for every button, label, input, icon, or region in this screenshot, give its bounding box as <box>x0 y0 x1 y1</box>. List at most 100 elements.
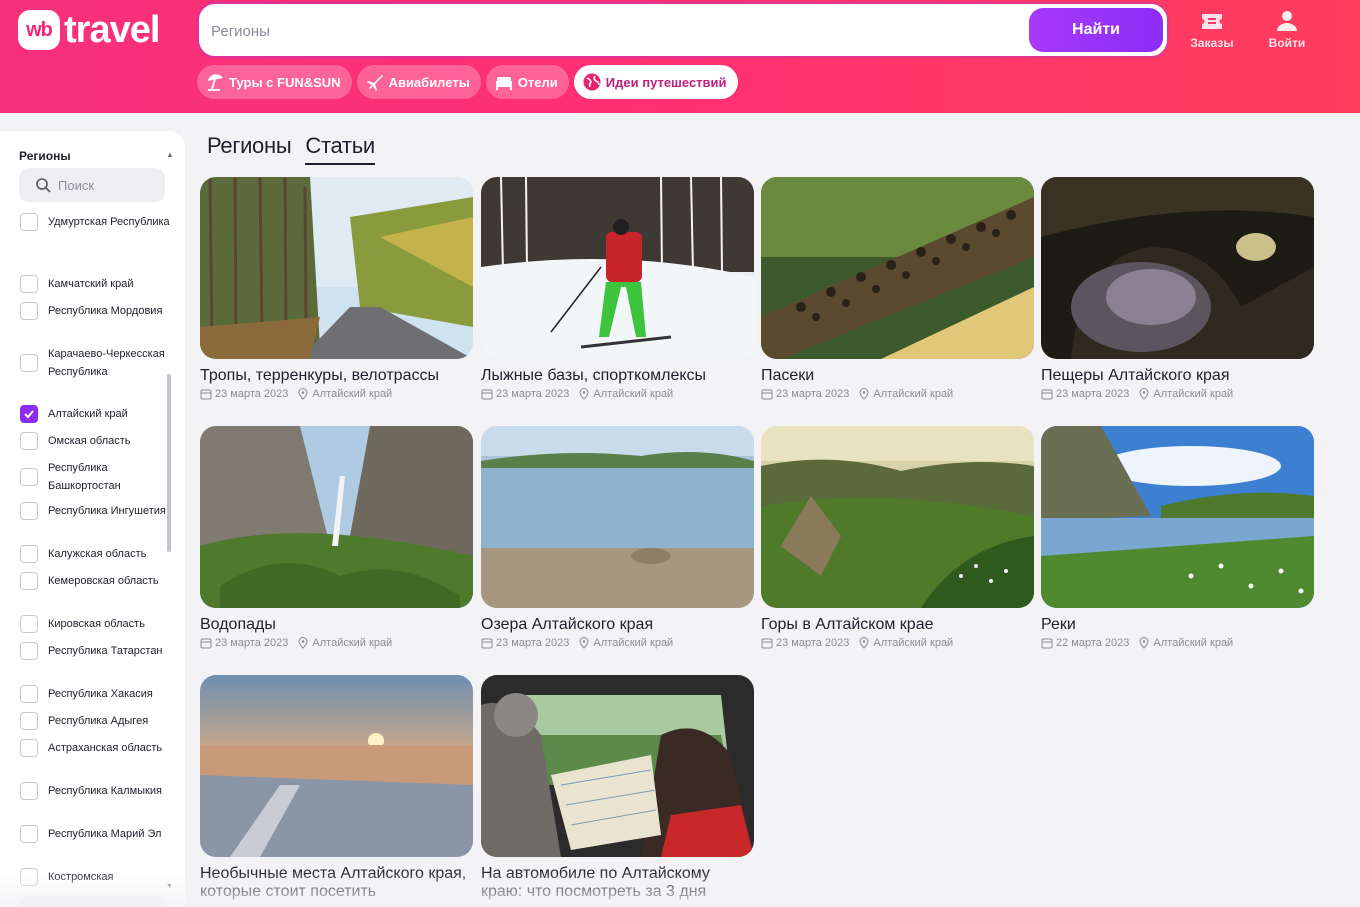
login-button[interactable]: Войти <box>1257 10 1317 50</box>
calendar-icon <box>481 638 493 649</box>
region-item[interactable]: Кемеровская область <box>20 572 170 590</box>
location-pin-icon <box>1139 388 1149 400</box>
region-search-input[interactable] <box>58 176 158 194</box>
tab-articles[interactable]: Статьи <box>305 133 375 165</box>
region-item-selected[interactable]: Алтайский край <box>20 405 170 423</box>
region-item[interactable]: Карачаево-Черкесская Республика <box>20 345 170 381</box>
chevron-up-icon[interactable]: ▲ <box>166 150 174 159</box>
article-image[interactable] <box>1041 177 1314 359</box>
location-pin-icon <box>1139 637 1149 649</box>
checkbox[interactable] <box>20 615 38 633</box>
article-card[interactable]: Необычные места Алтайского края, которые… <box>200 675 473 901</box>
chip-tours[interactable]: Туры с FUN&SUN <box>197 65 352 99</box>
article-date: 23 марта 2023 <box>496 637 570 649</box>
article-image[interactable] <box>761 177 1034 359</box>
chip-travel-ideas[interactable]: Идеи путешествий <box>573 65 738 99</box>
article-title[interactable]: Тропы, терренкуры, велотрассы <box>200 367 473 385</box>
article-title[interactable]: Пещеры Алтайского края <box>1041 367 1314 385</box>
tab-regions[interactable]: Регионы <box>207 133 292 165</box>
region-item[interactable]: Республика Мордовия <box>20 302 170 320</box>
checkbox[interactable] <box>20 685 38 703</box>
checkbox[interactable] <box>20 572 38 590</box>
article-title[interactable]: Реки <box>1041 616 1314 634</box>
article-card[interactable]: Тропы, терренкуры, велотрассы 23 марта 2… <box>200 177 473 400</box>
checkbox[interactable] <box>20 868 38 886</box>
region-item[interactable]: Астраханская область <box>20 739 170 757</box>
article-title[interactable]: Пасеки <box>761 367 1034 385</box>
article-image[interactable] <box>200 675 473 857</box>
region-label: Республика Ингушетия <box>48 505 166 517</box>
region-label: Карачаево-Черкесская Республика <box>48 348 165 378</box>
checkbox[interactable] <box>20 275 38 293</box>
checkbox-checked[interactable] <box>20 405 38 423</box>
checkbox[interactable] <box>20 432 38 450</box>
article-title[interactable]: Горы в Алтайском крае <box>761 616 1034 634</box>
chevron-down-icon[interactable]: ▼ <box>166 883 173 890</box>
article-card[interactable]: Горы в Алтайском крае 23 марта 2023 Алта… <box>761 426 1034 649</box>
header: wb travel Найти Заказы Войти Туры с FUN&… <box>0 0 1360 113</box>
region-item[interactable]: Республика Хакасия <box>20 685 170 703</box>
article-title[interactable]: Водопады <box>200 616 473 634</box>
region-item[interactable]: Республика Марий Эл <box>20 825 170 843</box>
region-item[interactable]: Республика Башкортостан <box>20 459 170 495</box>
article-card[interactable]: Озера Алтайского края 23 марта 2023 Алта… <box>481 426 754 649</box>
orders-button[interactable]: Заказы <box>1182 10 1242 50</box>
region-item[interactable]: Удмуртская Республика <box>20 213 170 231</box>
checkbox[interactable] <box>20 502 38 520</box>
search-button[interactable]: Найти <box>1029 8 1163 52</box>
calendar-icon <box>1041 389 1053 400</box>
checkbox[interactable] <box>20 545 38 563</box>
article-image[interactable] <box>481 177 754 359</box>
article-title[interactable]: Озера Алтайского края <box>481 616 754 634</box>
checkbox[interactable] <box>20 712 38 730</box>
region-item[interactable]: Костромская <box>20 868 170 886</box>
checkbox[interactable] <box>20 302 38 320</box>
article-card[interactable]: На автомобиле по Алтайскому краю: что по… <box>481 675 754 901</box>
search-input[interactable] <box>211 18 1011 44</box>
login-label: Войти <box>1268 36 1306 50</box>
article-meta: 23 марта 2023 Алтайский край <box>761 388 1034 400</box>
article-image[interactable] <box>761 426 1034 608</box>
checkbox[interactable] <box>20 213 38 231</box>
region-item[interactable]: Кировская область <box>20 615 170 633</box>
region-label: Калужская область <box>48 548 147 560</box>
region-item[interactable]: Республика Калмыкия <box>20 782 170 800</box>
location-pin-icon <box>579 388 589 400</box>
article-card[interactable]: Водопады 23 марта 2023 Алтайский край <box>200 426 473 649</box>
article-image[interactable] <box>481 426 754 608</box>
checkbox[interactable] <box>20 739 38 757</box>
article-image[interactable] <box>200 177 473 359</box>
logo[interactable]: wb travel <box>18 9 160 51</box>
checkbox[interactable] <box>20 825 38 843</box>
article-meta: 23 марта 2023 Алтайский край <box>1041 388 1314 400</box>
article-title[interactable]: Лыжные базы, спорткомлексы <box>481 367 754 385</box>
article-title[interactable]: На автомобиле по Алтайскому краю: что по… <box>481 865 754 901</box>
checkbox[interactable] <box>20 782 38 800</box>
chip-hotels[interactable]: Отели <box>485 65 569 99</box>
region-item[interactable]: Республика Адыгея <box>20 712 170 730</box>
sidebar-bottom-button[interactable] <box>20 896 165 907</box>
airplane-icon <box>366 75 383 91</box>
region-label: Республика Татарстан <box>48 645 163 657</box>
chip-flights[interactable]: Авиабилеты <box>356 65 481 99</box>
article-card[interactable]: Пещеры Алтайского края 23 марта 2023 Алт… <box>1041 177 1314 400</box>
region-item[interactable]: Камчатский край <box>20 275 170 293</box>
article-date: 23 марта 2023 <box>776 637 850 649</box>
article-date: 23 марта 2023 <box>776 388 850 400</box>
article-title[interactable]: Необычные места Алтайского края, которые… <box>200 865 473 901</box>
checkbox[interactable] <box>20 642 38 660</box>
region-item[interactable]: Республика Ингушетия <box>20 502 170 520</box>
article-card[interactable]: Лыжные базы, спорткомлексы 23 марта 2023… <box>481 177 754 400</box>
region-item[interactable]: Калужская область <box>20 545 170 563</box>
article-image[interactable] <box>200 426 473 608</box>
chip-label: Туры с FUN&SUN <box>229 74 341 90</box>
region-item[interactable]: Республика Татарстан <box>20 642 170 660</box>
article-image[interactable] <box>1041 426 1314 608</box>
checkbox[interactable] <box>20 354 38 372</box>
region-item[interactable]: Омская область <box>20 432 170 450</box>
article-card[interactable]: Пасеки 23 марта 2023 Алтайский край <box>761 177 1034 400</box>
article-image[interactable] <box>481 675 754 857</box>
article-card[interactable]: Реки 22 марта 2023 Алтайский край <box>1041 426 1314 649</box>
sidebar-scrollbar[interactable] <box>167 374 171 552</box>
checkbox[interactable] <box>20 468 38 486</box>
